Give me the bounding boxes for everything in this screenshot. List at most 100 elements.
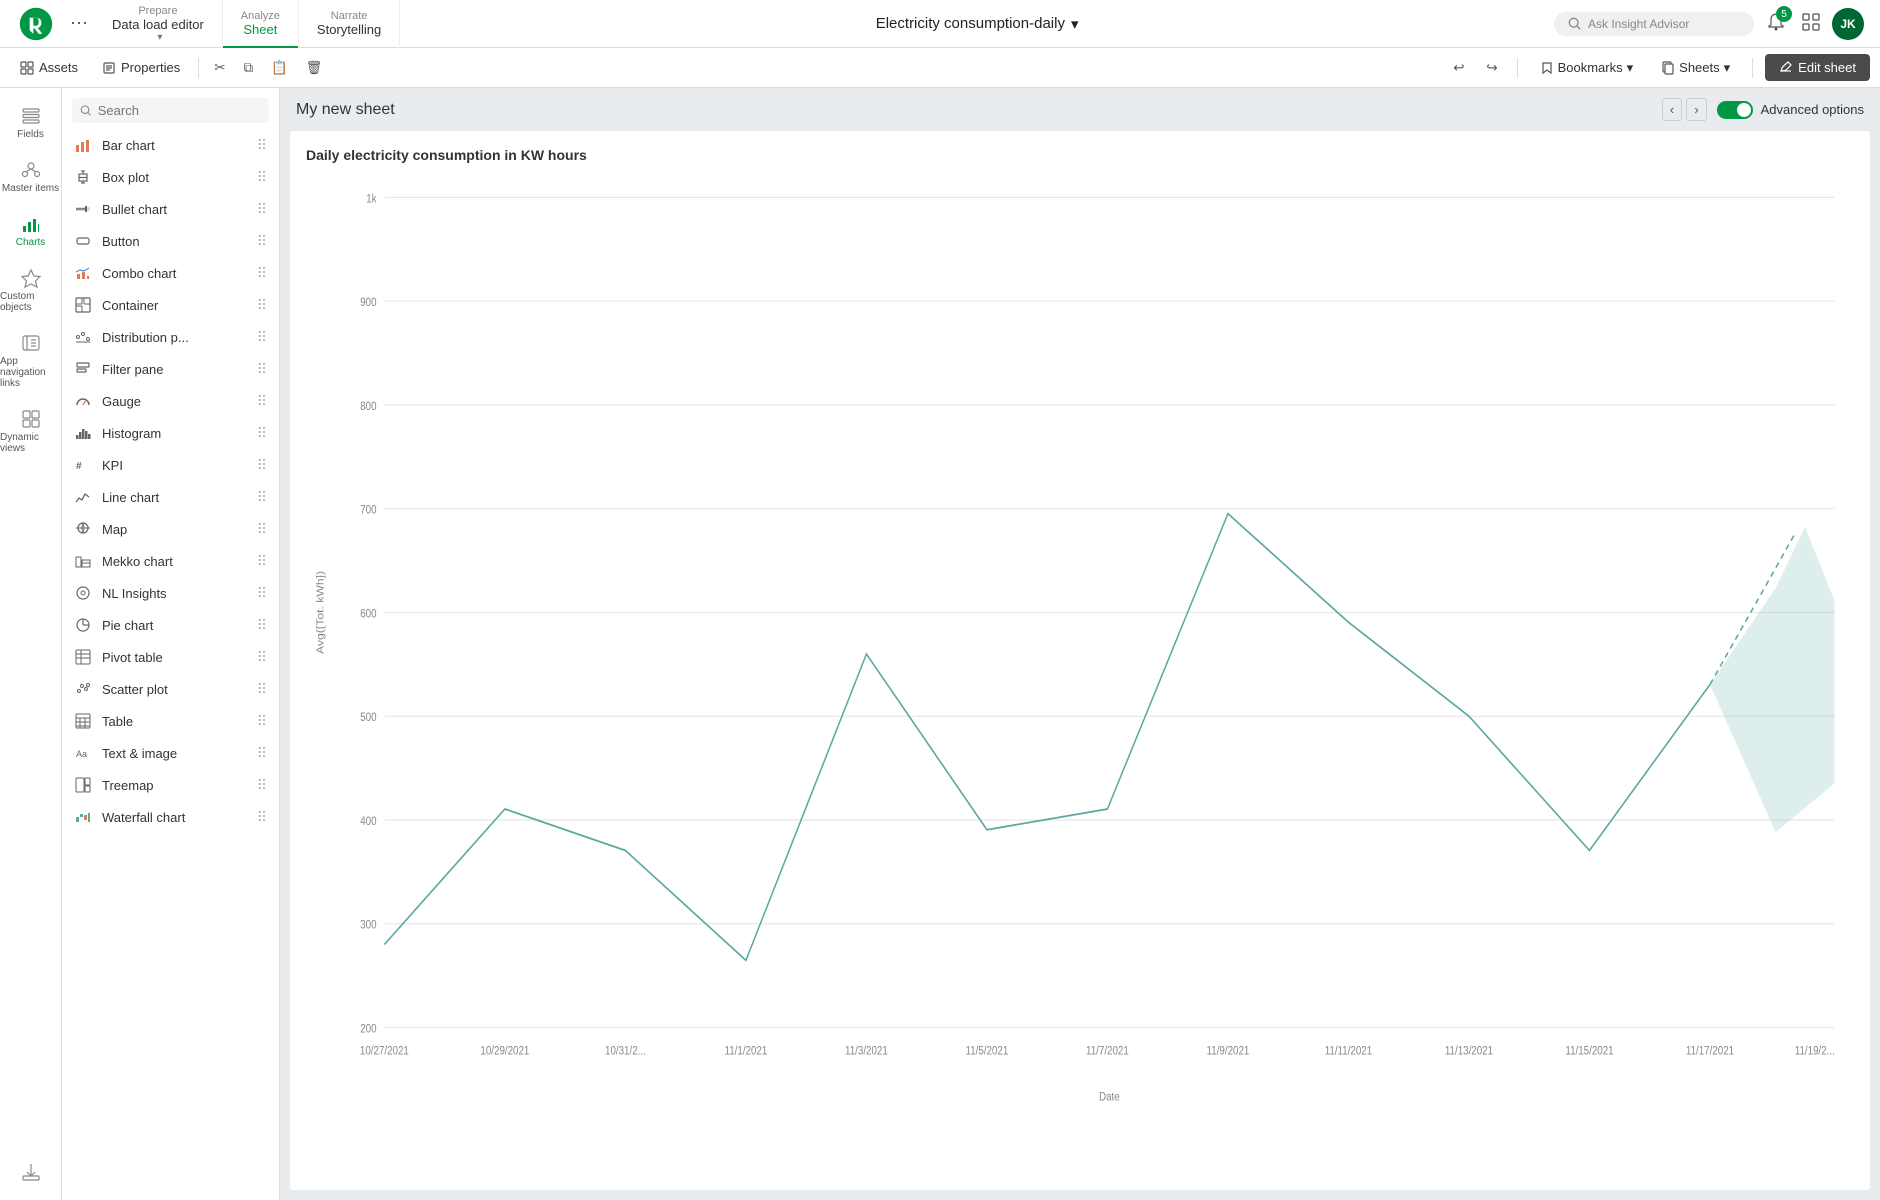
toolbar-sep-1	[198, 58, 199, 78]
delete-btn[interactable]: 🗑	[299, 55, 330, 81]
mekko-chart-drag: ⠿	[257, 553, 267, 570]
svg-text:900: 900	[360, 296, 376, 309]
sidebar-item-charts[interactable]: Charts	[0, 204, 61, 258]
sidebar-item-dynamic[interactable]: Dynamic views	[0, 399, 61, 464]
chart-item-bar[interactable]: Bar chart ⠿	[62, 129, 279, 161]
paste-btn[interactable]: 📋	[264, 55, 295, 81]
app-title[interactable]: Electricity consumption-daily ▾	[400, 15, 1554, 33]
chart-item-waterfall[interactable]: Waterfall chart ⠿	[62, 801, 279, 833]
waterfall-chart-label: Waterfall chart	[102, 810, 247, 825]
logo[interactable]	[8, 6, 64, 42]
chart-item-table[interactable]: Table ⠿	[62, 705, 279, 737]
svg-text:300: 300	[360, 919, 376, 932]
assets-btn[interactable]: Assets	[10, 55, 88, 80]
apps-grid-btn[interactable]	[1798, 9, 1824, 38]
bullet-chart-drag: ⠿	[257, 201, 267, 218]
kpi-drag: ⠿	[257, 457, 267, 474]
insight-advisor-search[interactable]: Ask Insight Advisor	[1554, 12, 1754, 36]
bookmarks-btn[interactable]: Bookmarks ▾	[1530, 55, 1644, 81]
chart-item-kpi[interactable]: # KPI ⠿	[62, 449, 279, 481]
dist-plot-icon	[74, 328, 92, 346]
prev-sheet-btn[interactable]: ‹	[1662, 98, 1682, 121]
chart-item-bullet[interactable]: Bullet chart ⠿	[62, 193, 279, 225]
svg-text:11/3/2021: 11/3/2021	[845, 1044, 888, 1057]
box-plot-label: Box plot	[102, 170, 247, 185]
chart-item-gauge[interactable]: Gauge ⠿	[62, 385, 279, 417]
box-plot-drag: ⠿	[257, 169, 267, 186]
nl-insights-drag: ⠿	[257, 585, 267, 602]
chart-svg-wrapper: 1k 900 800 700 600 500 400 300 200 Avg([…	[306, 173, 1854, 1174]
chart-item-treemap[interactable]: Treemap ⠿	[62, 769, 279, 801]
title-chevron: ▾	[1071, 15, 1079, 33]
histogram-icon	[74, 424, 92, 442]
chart-item-histogram[interactable]: Histogram ⠿	[62, 417, 279, 449]
svg-text:11/19/2...: 11/19/2...	[1795, 1044, 1835, 1057]
advanced-toggle-switch[interactable]	[1717, 101, 1753, 119]
chart-item-nl[interactable]: NL Insights ⠿	[62, 577, 279, 609]
sidebar-custom-label: Custom objects	[0, 291, 61, 313]
kpi-icon: #	[74, 456, 92, 474]
pivot-table-drag: ⠿	[257, 649, 267, 666]
bullet-chart-label: Bullet chart	[102, 202, 247, 217]
avatar[interactable]: JK	[1832, 8, 1864, 40]
bookmarks-label: Bookmarks	[1558, 60, 1623, 75]
chart-item-scatter[interactable]: Scatter plot ⠿	[62, 673, 279, 705]
sheets-btn[interactable]: Sheets ▾	[1651, 55, 1740, 81]
chart-item-mekko[interactable]: Mekko chart ⠿	[62, 545, 279, 577]
chart-item-line[interactable]: Line chart ⠿	[62, 481, 279, 513]
next-sheet-btn[interactable]: ›	[1686, 98, 1706, 121]
table-drag: ⠿	[257, 713, 267, 730]
chart-item-container[interactable]: Container ⠿	[62, 289, 279, 321]
edit-sheet-btn[interactable]: Edit sheet	[1765, 54, 1870, 81]
sidebar-item-appnav[interactable]: App navigation links	[0, 323, 61, 399]
chart-item-combo[interactable]: Combo chart ⠿	[62, 257, 279, 289]
notifications-btn[interactable]: 5	[1762, 8, 1790, 39]
nav-tab-prepare[interactable]: Prepare Data load editor ▾	[94, 0, 223, 48]
chart-item-pivot[interactable]: Pivot table ⠿	[62, 641, 279, 673]
treemap-drag: ⠿	[257, 777, 267, 794]
chart-item-text[interactable]: Aa Text & image ⠿	[62, 737, 279, 769]
chart-item-pie[interactable]: Pie chart ⠿	[62, 609, 279, 641]
chart-item-box[interactable]: Box plot ⠿	[62, 161, 279, 193]
sidebar-appnav-label: App navigation links	[0, 356, 61, 389]
undo-btn[interactable]: ↩	[1446, 55, 1471, 81]
panel-search-box[interactable]	[72, 98, 269, 123]
advanced-options-toggle[interactable]: Advanced options	[1717, 101, 1864, 119]
container-icon	[74, 296, 92, 314]
filter-pane-label: Filter pane	[102, 362, 247, 377]
svg-text:Avg([Tot. kWh]): Avg([Tot. kWh])	[316, 571, 327, 654]
container-label: Container	[102, 298, 247, 313]
chart-item-button[interactable]: Button ⠿	[62, 225, 279, 257]
chart-item-map[interactable]: Map ⠿	[62, 513, 279, 545]
chart-panel: Bar chart ⠿ Box plot ⠿	[62, 88, 280, 1200]
line-chart-svg: 1k 900 800 700 600 500 400 300 200 Avg([…	[306, 173, 1854, 1174]
sidebar-item-fields[interactable]: Fields	[0, 96, 61, 150]
filter-pane-drag: ⠿	[257, 361, 267, 378]
chart-item-filter[interactable]: Filter pane ⠿	[62, 353, 279, 385]
sheets-chevron: ▾	[1724, 60, 1731, 76]
gauge-icon	[74, 392, 92, 410]
redo-btn[interactable]: ↪	[1479, 55, 1504, 81]
more-options-btn[interactable]: ⋯	[64, 9, 94, 38]
gauge-drag: ⠿	[257, 393, 267, 410]
svg-text:11/11/2021: 11/11/2021	[1325, 1044, 1372, 1057]
svg-text:500: 500	[360, 711, 376, 724]
svg-text:#: #	[76, 461, 82, 472]
svg-text:200: 200	[360, 1022, 376, 1035]
sidebar-item-custom[interactable]: Custom objects	[0, 258, 61, 323]
sidebar-master-label: Master items	[2, 183, 59, 194]
sidebar-item-bottom[interactable]	[21, 1152, 41, 1192]
button-label: Button	[102, 234, 247, 249]
chart-item-dist[interactable]: Distribution p... ⠿	[62, 321, 279, 353]
search-input[interactable]	[98, 103, 261, 118]
pivot-table-label: Pivot table	[102, 650, 247, 665]
sheets-label: Sheets	[1679, 60, 1719, 75]
cut-btn[interactable]: ✂	[207, 55, 232, 81]
text-image-icon: Aa	[74, 744, 92, 762]
nav-tab-analyze[interactable]: Analyze Sheet	[223, 0, 299, 48]
sidebar-item-master[interactable]: Master items	[0, 150, 61, 204]
scatter-plot-label: Scatter plot	[102, 682, 247, 697]
nav-tab-narrate[interactable]: Narrate Storytelling	[299, 0, 400, 48]
copy-btn[interactable]: ⧉	[236, 55, 260, 81]
properties-btn[interactable]: Properties	[92, 55, 190, 80]
